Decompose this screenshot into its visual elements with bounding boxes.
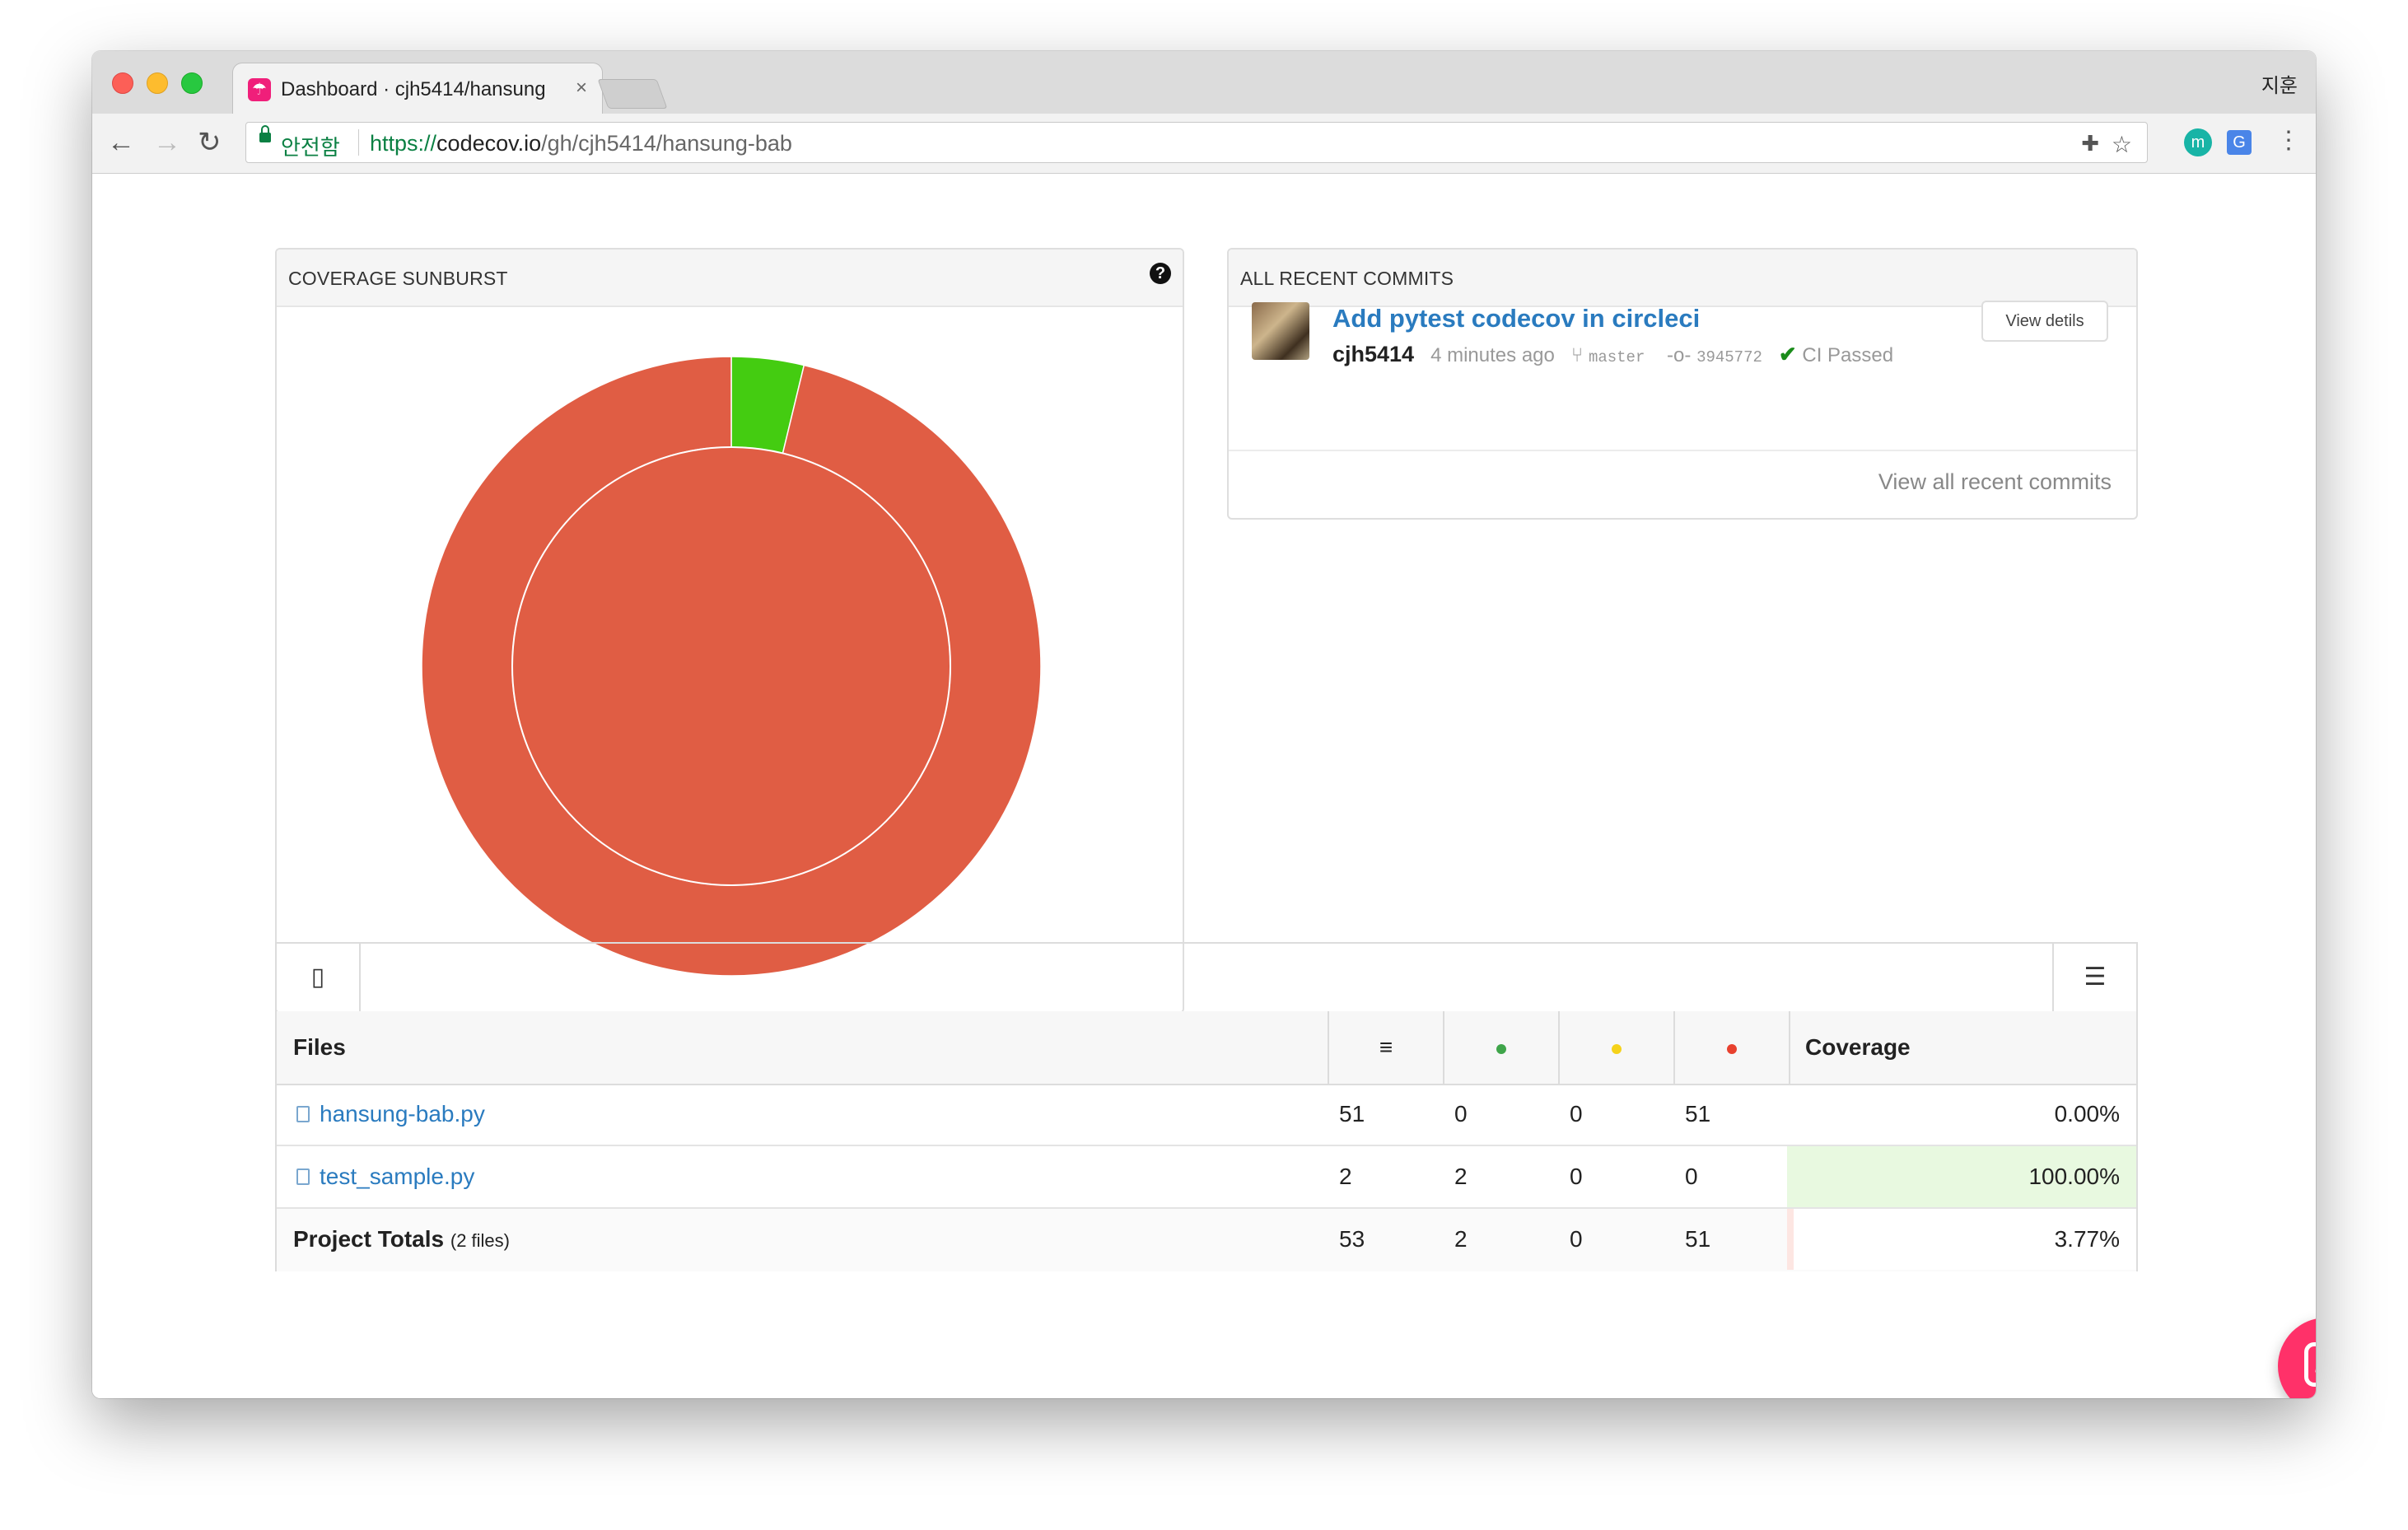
coverage-header[interactable]: Coverage (1789, 1011, 2138, 1084)
table-row: hansung-bab.py 51 0 0 51 0.00% (277, 1084, 2136, 1146)
secure-label: 안전함 (281, 135, 340, 160)
file-name-cell[interactable]: hansung-bab.py (296, 1084, 485, 1145)
coverage-sunburst-panel: COVERAGE SUNBURST ? (275, 248, 1184, 1014)
check-icon: ✔ (1778, 342, 1797, 366)
codecov-favicon-icon: ☂ (248, 78, 271, 101)
sunburst-group (421, 356, 1042, 977)
help-icon[interactable]: ? (1150, 263, 1171, 284)
tab-bar: ☂ Dashboard · cjh5414/hansung × 지훈 (92, 51, 2316, 114)
url-path: /gh/cjh5414/hansung-bab (541, 131, 792, 156)
chat-icon (2304, 1342, 2316, 1387)
lock-icon (259, 125, 271, 142)
tab-title: Dashboard · cjh5414/hansung (281, 78, 546, 100)
totals-label: Project Totals (293, 1226, 445, 1252)
partials-dot-icon (1612, 1043, 1622, 1054)
address-bar[interactable]: 안전함 https://codecov.io/gh/cjh5414/hansun… (245, 122, 2148, 163)
branch-icon: ⑂ (1570, 344, 1584, 366)
coverage-value: 100.00% (2028, 1164, 2120, 1189)
forward-arrow-icon[interactable]: → (153, 127, 181, 158)
misses-header[interactable] (1673, 1011, 1789, 1084)
sunburst-inner-disc[interactable] (511, 446, 951, 886)
partials-cell: 0 (1570, 1101, 1583, 1127)
partials-cell: 0 (1570, 1164, 1583, 1189)
view-all-commits-link[interactable]: View all recent commits (1878, 469, 2112, 495)
commit-branch[interactable]: master (1589, 348, 1645, 366)
commit-author[interactable]: cjh5414 (1332, 342, 1414, 366)
commit-time: 4 minutes ago (1430, 344, 1555, 366)
puzzle-icon[interactable]: ✚ (2081, 131, 2099, 156)
coverage-cell: 0.00% (1787, 1084, 2136, 1145)
coverage-cell: 100.00% (1787, 1146, 2136, 1207)
table-header: Files ≡ Coverage (277, 1011, 2136, 1085)
book-icon[interactable]: ▯ (277, 944, 361, 1011)
url-scheme: https:// (370, 131, 437, 156)
hits-header[interactable] (1443, 1011, 1558, 1084)
url-text[interactable]: https://codecov.io/gh/cjh5414/hansung-ba… (370, 131, 792, 156)
totals-coverage: 3.77% (2054, 1226, 2120, 1252)
browser-tab-active[interactable]: ☂ Dashboard · cjh5414/hansung × (232, 63, 603, 114)
file-icon (296, 1168, 310, 1185)
commit-icon: -o- (1667, 344, 1692, 366)
window-controls (112, 72, 203, 94)
reload-icon[interactable]: ↻ (198, 127, 222, 158)
misses-dot-icon (1727, 1043, 1737, 1054)
totals-coverage-cell: 3.77% (1787, 1209, 2136, 1270)
totals-lines: 53 (1339, 1226, 1365, 1252)
misses-cell: 51 (1685, 1101, 1711, 1127)
minimize-window-button[interactable] (147, 72, 168, 94)
commit-meta: cjh5414 4 minutes ago ⑂ master -o- 39457… (1332, 342, 1893, 367)
file-icon (296, 1105, 310, 1122)
hits-cell: 2 (1454, 1164, 1468, 1189)
list-view-icon[interactable]: ☰ (2052, 944, 2136, 1011)
file-link[interactable]: test_sample.py (320, 1164, 474, 1189)
ci-status: CI Passed (1802, 344, 1894, 366)
lines-header-icon[interactable]: ≡ (1328, 1011, 1443, 1084)
sunburst-title: COVERAGE SUNBURST (288, 268, 508, 289)
translate-icon[interactable]: G (2227, 130, 2252, 155)
partials-header[interactable] (1558, 1011, 1673, 1084)
misses-cell: 0 (1685, 1164, 1698, 1189)
back-arrow-icon[interactable]: ← (107, 127, 135, 158)
file-link[interactable]: hansung-bab.py (320, 1101, 485, 1127)
totals-hits: 2 (1454, 1226, 1468, 1252)
zoom-window-button[interactable] (181, 72, 203, 94)
close-window-button[interactable] (112, 72, 133, 94)
commits-footer: View all recent commits (1229, 450, 2136, 517)
totals-row: Project Totals (2 files) 53 2 0 51 3.77% (277, 1209, 2136, 1271)
lines-cell: 51 (1339, 1101, 1365, 1127)
coverage-value: 0.00% (2054, 1101, 2120, 1127)
new-tab-button[interactable] (597, 79, 668, 109)
table-toolbar: ▯ ☰ (277, 944, 2136, 1013)
files-table: ▯ ☰ Files ≡ Coverage hansung-bab.py 51 0… (275, 942, 2138, 1271)
sunburst-panel-header: COVERAGE SUNBURST ? (277, 250, 1183, 307)
totals-partials: 0 (1570, 1226, 1583, 1252)
tab-close-icon[interactable]: × (576, 77, 587, 100)
view-details-button[interactable]: View detils (1981, 301, 2108, 342)
commit-message-link[interactable]: Add pytest codecov in circleci (1332, 304, 1700, 334)
commit-sha[interactable]: 3945772 (1696, 348, 1762, 366)
file-name-cell[interactable]: test_sample.py (296, 1146, 474, 1207)
profile-name[interactable]: 지훈 (2261, 69, 2298, 98)
hits-dot-icon (1496, 1043, 1506, 1054)
commits-panel-header: ALL RECENT COMMITS (1229, 250, 2136, 307)
extension-m-icon[interactable]: m (2184, 128, 2212, 156)
totals-misses: 51 (1685, 1226, 1711, 1252)
url-host: codecov.io (436, 131, 542, 156)
avatar[interactable] (1252, 302, 1309, 360)
lines-cell: 2 (1339, 1164, 1352, 1189)
omnibox-divider (358, 129, 359, 156)
address-toolbar: ← → ↻ 안전함 https://codecov.io/gh/cjh5414/… (92, 114, 2316, 174)
files-header[interactable]: Files (293, 1011, 346, 1084)
hits-cell: 0 (1454, 1101, 1468, 1127)
commits-title: ALL RECENT COMMITS (1240, 268, 1454, 289)
totals-label-cell: Project Totals (2 files) (293, 1209, 510, 1270)
totals-file-count: (2 files) (450, 1230, 510, 1251)
browser-window: ☂ Dashboard · cjh5414/hansung × 지훈 ← → ↻… (92, 51, 2316, 1398)
sunburst-chart (421, 356, 1042, 977)
recent-commits-panel: ALL RECENT COMMITS Add pytest codecov in… (1227, 248, 2138, 520)
table-row: test_sample.py 2 2 0 0 100.00% (277, 1146, 2136, 1209)
menu-dots-icon[interactable]: ⋮ (2276, 125, 2301, 156)
star-icon[interactable]: ☆ (2112, 131, 2132, 158)
